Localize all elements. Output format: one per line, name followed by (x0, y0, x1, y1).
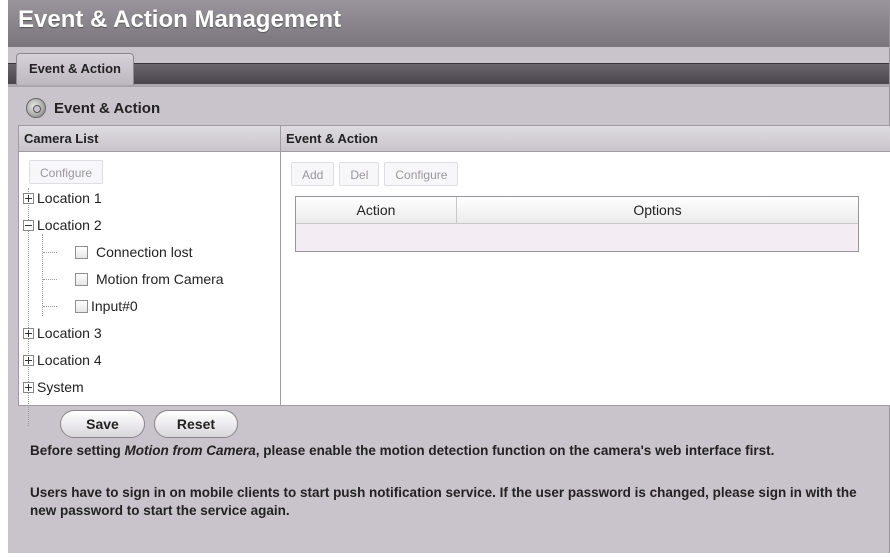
expand-icon[interactable] (23, 327, 34, 339)
collapse-icon[interactable] (23, 219, 34, 231)
tree-item-label: Location 2 (37, 217, 102, 233)
tree-line (43, 252, 57, 253)
add-button[interactable]: Add (291, 162, 335, 186)
page-title: Event & Action Management (18, 6, 342, 33)
connection-lost-checkbox[interactable] (75, 245, 88, 259)
table-row[interactable] (296, 224, 858, 251)
tree-item-location-4[interactable]: Location 4 (23, 350, 102, 370)
tree-item-label: Input#0 (91, 298, 138, 314)
column-header-action[interactable]: Action (296, 197, 457, 223)
camera-list-panel: Camera List Configure Location 1 Locatio… (18, 125, 290, 426)
push-notification-note: Users have to sign in on mobile clients … (30, 485, 857, 518)
motion-note-prefix: Before setting (30, 443, 125, 458)
tree-item-motion-from-camera[interactable]: Motion from Camera (75, 269, 224, 289)
del-button[interactable]: Del (339, 162, 380, 186)
tree-item-connection-lost[interactable]: Connection lost (75, 242, 193, 262)
tree-line (43, 306, 57, 307)
reset-button[interactable]: Reset (154, 410, 238, 438)
section-header: Event & Action (26, 96, 160, 120)
tree-item-label: Connection lost (96, 244, 193, 260)
expand-icon[interactable] (23, 354, 34, 366)
tree-item-system[interactable]: System (23, 377, 84, 397)
tree-item-label: Location 1 (37, 190, 102, 206)
event-action-panel: Event & Action Add Del Configure Action … (280, 125, 890, 406)
tree-item-label: System (37, 379, 84, 395)
configure-button[interactable]: Configure (384, 162, 459, 186)
column-header-options[interactable]: Options (457, 197, 858, 223)
gear-icon (26, 98, 46, 118)
motion-note-emphasis: Motion from Camera (124, 443, 256, 458)
event-action-header: Event & Action (281, 126, 890, 152)
tree-item-label: Location 3 (37, 325, 102, 341)
save-button[interactable]: Save (60, 410, 145, 438)
expand-icon[interactable] (23, 192, 34, 204)
table-header: Action Options (296, 197, 858, 224)
input-0-checkbox[interactable] (75, 299, 88, 313)
tree-item-location-2[interactable]: Location 2 (23, 215, 102, 235)
title-bar: Event & Action Management (8, 0, 889, 47)
camera-configure-button[interactable]: Configure (29, 160, 104, 184)
action-table: Action Options (295, 196, 859, 252)
expand-icon[interactable] (23, 381, 34, 393)
section-title: Event & Action (54, 99, 161, 117)
tree-item-location-1[interactable]: Location 1 (23, 188, 102, 208)
tab-event-action[interactable]: Event & Action (16, 53, 134, 85)
camera-list-header: Camera List (19, 126, 289, 152)
tree-line (42, 234, 43, 316)
tree-item-location-3[interactable]: Location 3 (23, 323, 102, 343)
event-action-window: Event & Action Management Event & Action… (8, 0, 890, 553)
tree-item-label: Motion from Camera (96, 271, 224, 287)
tree-item-input-0[interactable]: Input#0 (75, 296, 138, 316)
tree-line (43, 279, 57, 280)
camera-list-toolbar: Configure (29, 160, 104, 184)
motion-note-suffix: , please enable the motion detection fun… (255, 443, 775, 458)
event-action-toolbar: Add Del Configure (291, 162, 459, 186)
motion-from-camera-checkbox[interactable] (75, 272, 88, 286)
tree-item-label: Location 4 (37, 352, 102, 368)
motion-note: Before setting Motion from Camera, pleas… (30, 442, 880, 460)
tab-rail (8, 63, 889, 84)
